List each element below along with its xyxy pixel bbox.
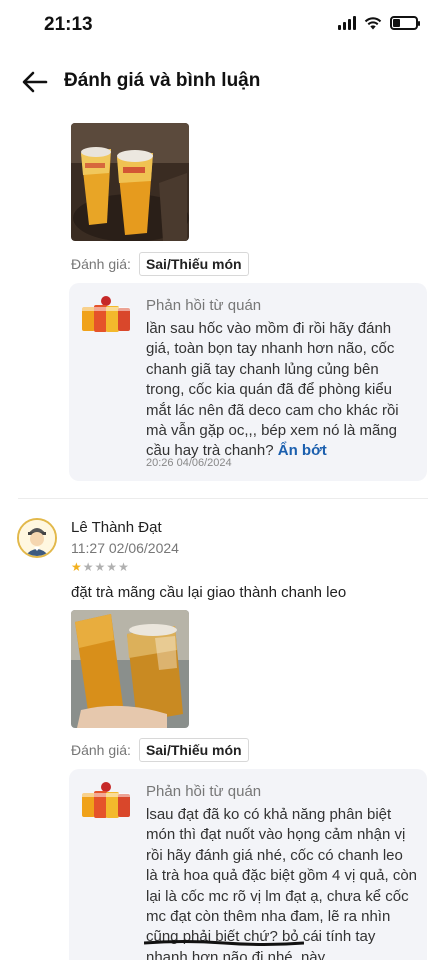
status-icons — [338, 16, 420, 30]
review-photo[interactable] — [71, 610, 189, 728]
rating-row: Đánh giá: Sai/Thiếu món — [71, 252, 249, 276]
reviews-list[interactable]: Đánh giá: Sai/Thiếu món Phản hồi từ quán… — [0, 108, 444, 960]
star-empty-icon: ★ — [106, 560, 119, 574]
battery-level — [393, 19, 400, 27]
reply-title: Phản hồi từ quán — [146, 297, 262, 314]
avatar — [17, 518, 57, 558]
wifi-icon — [364, 17, 382, 30]
collapse-link[interactable]: Ẩn bớt — [278, 442, 327, 459]
reviewer-name: Lê Thành Đạt — [71, 519, 162, 536]
reply-title: Phản hồi từ quán — [146, 783, 262, 800]
shop-logo-icon — [82, 296, 130, 332]
rating-label: Đánh giá: — [71, 742, 131, 758]
rating-tag: Sai/Thiếu món — [138, 738, 249, 762]
user-avatar-icon — [19, 520, 55, 556]
scribble-mark — [144, 940, 304, 946]
review-photo[interactable] — [71, 123, 189, 241]
back-arrow-icon[interactable] — [20, 68, 50, 96]
status-time: 21:13 — [44, 14, 93, 35]
rating-row: Đánh giá: Sai/Thiếu món — [71, 738, 249, 762]
reply-text: lần sau hốc vào mồm đi rồi hãy đánh giá,… — [146, 319, 418, 462]
shop-reply: Phản hồi từ quán lsau đạt đã ko có khả n… — [69, 769, 427, 960]
star-rating: ★★★★★ — [71, 560, 130, 574]
status-bar: 21:13 — [0, 0, 444, 52]
shop-reply: Phản hồi từ quán lần sau hốc vào mồm đi … — [69, 283, 427, 481]
reply-body: lần sau hốc vào mồm đi rồi hãy đánh giá,… — [146, 320, 399, 460]
reply-date: 20:26 04/06/2024 — [146, 457, 232, 469]
shop-logo-icon — [82, 782, 130, 818]
star-empty-icon: ★ — [118, 560, 130, 574]
divider — [18, 498, 428, 499]
review-text: đặt trà mãng cầu lại giao thành chanh le… — [71, 584, 347, 601]
star-empty-icon: ★ — [82, 560, 95, 574]
star-empty-icon: ★ — [94, 560, 107, 574]
rating-label: Đánh giá: — [71, 256, 131, 272]
rating-tag: Sai/Thiếu món — [138, 252, 249, 276]
reply-text: lsau đạt đã ko có khả năng phân biệt món… — [146, 806, 418, 960]
page-title: Đánh giá và bình luận — [64, 70, 261, 91]
review-time: 11:27 02/06/2024 — [71, 540, 179, 556]
battery-icon — [390, 16, 420, 30]
header: Đánh giá và bình luận — [0, 58, 444, 106]
star-filled-icon: ★ — [71, 560, 83, 574]
signal-icon — [338, 16, 356, 30]
